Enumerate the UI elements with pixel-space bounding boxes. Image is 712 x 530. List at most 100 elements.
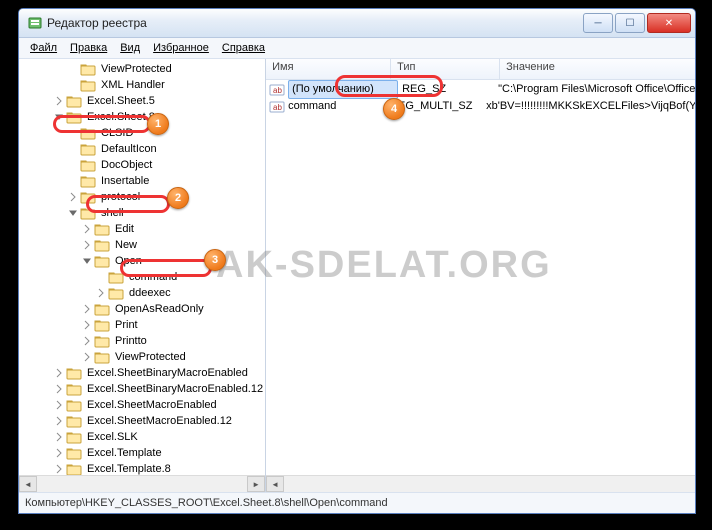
tree-node[interactable]: command	[21, 269, 265, 285]
values-horizontal-scrollbar[interactable]: ◄ ►	[266, 475, 696, 492]
titlebar[interactable]: Редактор реестра ─ ☐ ✕	[19, 9, 695, 38]
expand-icon[interactable]	[53, 367, 65, 379]
tree-node[interactable]: DefaultIcon	[21, 141, 265, 157]
value-row[interactable]: ab command REG_MULTI_SZ xb'BV=!!!!!!!!!M…	[266, 98, 696, 115]
value-row[interactable]: ab (По умолчанию) REG_SZ "C:\Program Fil…	[266, 81, 696, 98]
tree-label: CLSID	[99, 125, 135, 141]
collapse-icon[interactable]	[53, 111, 65, 123]
menu-edit[interactable]: Правка	[65, 41, 112, 55]
collapse-icon[interactable]	[81, 255, 93, 267]
tree-node[interactable]: protocol	[21, 189, 265, 205]
folder-icon	[94, 333, 110, 349]
expand-icon[interactable]	[53, 463, 65, 475]
close-button[interactable]: ✕	[647, 13, 691, 33]
expand-icon[interactable]	[53, 447, 65, 459]
expand-icon[interactable]	[81, 303, 93, 315]
tree-node[interactable]: New	[21, 237, 265, 253]
tree-node[interactable]: Edit	[21, 221, 265, 237]
tree-spacer	[67, 143, 79, 155]
tree-label: Excel.SheetBinaryMacroEnabled.12	[85, 381, 265, 397]
tree-node[interactable]: CLSID	[21, 125, 265, 141]
tree-node[interactable]: Excel.SheetBinaryMacroEnabled	[21, 365, 265, 381]
tree-label: Insertable	[99, 173, 151, 189]
tree-label: DefaultIcon	[99, 141, 159, 157]
tree-spacer	[67, 175, 79, 187]
tree-label: Excel.Sheet.5	[85, 93, 157, 109]
tree-node[interactable]: ViewProtected	[21, 349, 265, 365]
expand-icon[interactable]	[95, 287, 107, 299]
window-controls: ─ ☐ ✕	[583, 13, 691, 33]
value-data: xb'BV=!!!!!!!!!MKKSkEXCELFiles>VijqBof(Y…	[486, 98, 696, 115]
column-name[interactable]: Имя	[266, 59, 391, 79]
expand-icon[interactable]	[53, 383, 65, 395]
tree-node[interactable]: shell	[21, 205, 265, 221]
expand-icon[interactable]	[67, 191, 79, 203]
tree-label: shell	[99, 205, 126, 221]
tree-node[interactable]: Excel.Template.8	[21, 461, 265, 475]
minimize-button[interactable]: ─	[583, 13, 613, 33]
folder-icon	[80, 125, 96, 141]
scroll-left-icon[interactable]: ◄	[19, 476, 37, 492]
folder-icon	[94, 301, 110, 317]
tree-label: Excel.SLK	[85, 429, 140, 445]
folder-icon	[66, 381, 82, 397]
string-value-icon: ab	[269, 99, 285, 115]
tree-label: XML Handler	[99, 77, 167, 93]
value-type: REG_MULTI_SZ	[390, 98, 486, 115]
menu-view[interactable]: Вид	[115, 41, 145, 55]
tree-node[interactable]: Excel.Sheet.8	[21, 109, 265, 125]
app-icon	[27, 15, 43, 31]
menu-file[interactable]: Файл	[25, 41, 62, 55]
tree-label: OpenAsReadOnly	[113, 301, 206, 317]
column-type[interactable]: Тип	[391, 59, 500, 79]
tree-label: Excel.SheetMacroEnabled.12	[85, 413, 234, 429]
scroll-right-icon[interactable]: ►	[247, 476, 265, 492]
tree-horizontal-scrollbar[interactable]: ◄ ►	[19, 475, 265, 492]
tree-node[interactable]: ddeexec	[21, 285, 265, 301]
tree-scroll[interactable]: ViewProtected XML Handler Excel.Sheet.5 …	[19, 59, 265, 475]
folder-icon	[94, 317, 110, 333]
folder-icon	[94, 221, 110, 237]
expand-icon[interactable]	[53, 399, 65, 411]
tree-node[interactable]: Open	[21, 253, 265, 269]
tree-node[interactable]: Excel.SheetBinaryMacroEnabled.12	[21, 381, 265, 397]
tree-node[interactable]: OpenAsReadOnly	[21, 301, 265, 317]
tree-node[interactable]: ViewProtected	[21, 61, 265, 77]
tree-spacer	[67, 127, 79, 139]
column-value[interactable]: Значение	[500, 59, 696, 79]
tree-label: DocObject	[99, 157, 154, 173]
expand-icon[interactable]	[53, 431, 65, 443]
tree-label: New	[113, 237, 139, 253]
tree-node[interactable]: Excel.SLK	[21, 429, 265, 445]
folder-icon	[108, 269, 124, 285]
tree-label: command	[127, 269, 179, 285]
folder-icon	[66, 445, 82, 461]
scroll-left-icon[interactable]: ◄	[266, 476, 284, 492]
tree-node[interactable]: XML Handler	[21, 77, 265, 93]
expand-icon[interactable]	[81, 239, 93, 251]
tree-node[interactable]: DocObject	[21, 157, 265, 173]
client-area: ViewProtected XML Handler Excel.Sheet.5 …	[19, 59, 695, 492]
maximize-button[interactable]: ☐	[615, 13, 645, 33]
expand-icon[interactable]	[81, 335, 93, 347]
menu-favorites[interactable]: Избранное	[148, 41, 214, 55]
tree-node[interactable]: Excel.SheetMacroEnabled.12	[21, 413, 265, 429]
tree-node[interactable]: Excel.Sheet.5	[21, 93, 265, 109]
expand-icon[interactable]	[81, 351, 93, 363]
value-data: "C:\Program Files\Microsoft Office\Offic…	[498, 81, 696, 98]
tree-node[interactable]: Print	[21, 317, 265, 333]
expand-icon[interactable]	[81, 223, 93, 235]
tree-node[interactable]: Excel.Template	[21, 445, 265, 461]
tree-node[interactable]: Excel.SheetMacroEnabled	[21, 397, 265, 413]
tree-node[interactable]: Insertable	[21, 173, 265, 189]
menu-help[interactable]: Справка	[217, 41, 270, 55]
expand-icon[interactable]	[81, 319, 93, 331]
collapse-icon[interactable]	[67, 207, 79, 219]
values-scroll[interactable]: ab (По умолчанию) REG_SZ "C:\Program Fil…	[266, 80, 696, 475]
tree-spacer	[95, 271, 107, 283]
expand-icon[interactable]	[53, 415, 65, 427]
tree-node[interactable]: Printto	[21, 333, 265, 349]
tree-label: Print	[113, 317, 140, 333]
values-pane: Имя Тип Значение ab (По умолчанию) REG_S…	[266, 59, 696, 492]
expand-icon[interactable]	[53, 95, 65, 107]
